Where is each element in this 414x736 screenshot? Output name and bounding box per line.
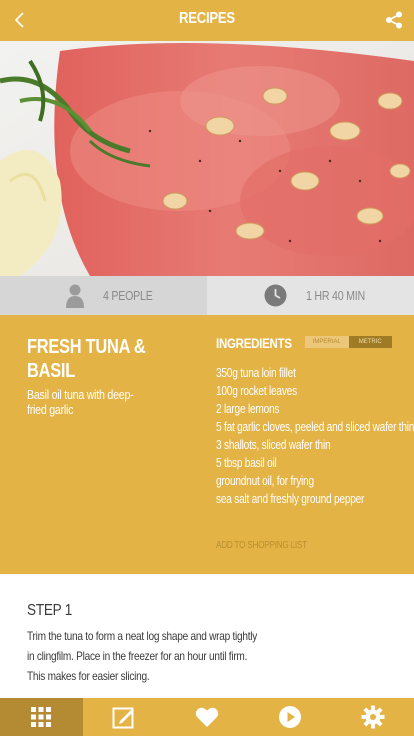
- ingredient-item: groundnut oil, for frying: [216, 473, 314, 488]
- ingredient-item: 5 fat garlic cloves, peeled and sliced w…: [216, 419, 414, 434]
- nav-video[interactable]: [248, 698, 331, 736]
- clock-icon: [264, 284, 287, 312]
- step-title: STEP 1: [27, 602, 73, 619]
- time-label: 1 HR 40 MIN: [306, 288, 365, 303]
- time-info: 1 HR 40 MIN: [207, 276, 414, 315]
- ingredient-item: 5 tbsp basil oil: [216, 455, 277, 470]
- nav-notes[interactable]: [83, 698, 166, 736]
- bottom-nav: [0, 698, 414, 736]
- servings-label: 4 PEOPLE: [103, 288, 153, 303]
- nav-settings[interactable]: [331, 698, 414, 736]
- unit-toggle[interactable]: IMPERIAL METRIC: [305, 336, 392, 348]
- gear-icon: [361, 705, 385, 729]
- header-bar: RECIPES: [0, 0, 414, 41]
- share-icon[interactable]: [384, 10, 404, 30]
- add-to-shopping-list-link[interactable]: ADD TO SHOPPING LIST: [216, 540, 307, 551]
- ingredient-item: sea salt and freshly ground pepper: [216, 491, 365, 506]
- ingredient-item: 100g rocket leaves: [216, 383, 297, 398]
- ingredient-item: 350g tuna loin fillet: [216, 365, 296, 380]
- nav-grid[interactable]: [0, 698, 83, 736]
- recipe-info-bar: 4 PEOPLE 1 HR 40 MIN: [0, 276, 414, 315]
- nav-favourites[interactable]: [166, 698, 249, 736]
- recipe-details: FRESH TUNA & BASIL Basil oil tuna with d…: [0, 315, 414, 574]
- play-icon: [278, 706, 301, 728]
- heart-icon: [195, 707, 219, 727]
- unit-metric-option[interactable]: METRIC: [348, 336, 392, 348]
- person-icon: [65, 284, 85, 313]
- edit-icon: [112, 707, 135, 729]
- ingredients-list: 350g tuna loin fillet 100g rocket leaves…: [216, 364, 414, 508]
- grid-icon: [31, 707, 52, 727]
- servings-info: 4 PEOPLE: [0, 276, 207, 315]
- ingredient-item: 3 shallots, sliced wafer thin: [216, 437, 331, 452]
- recipe-title: FRESH TUNA & BASIL: [27, 336, 146, 382]
- recipe-hero-image: [0, 41, 414, 276]
- chevron-left-icon[interactable]: [8, 8, 32, 32]
- unit-imperial-option[interactable]: IMPERIAL: [305, 336, 349, 348]
- page-title: RECIPES: [179, 10, 235, 27]
- ingredient-item: 2 large lemons: [216, 401, 280, 416]
- step-text: Trim the tuna to form a neat log shape a…: [27, 629, 258, 683]
- step-section: STEP 1 Trim the tuna to form a neat log …: [0, 574, 414, 698]
- recipe-subtitle: Basil oil tuna with deep-fried garlic: [27, 387, 134, 417]
- ingredients-heading: INGREDIENTS: [216, 335, 292, 351]
